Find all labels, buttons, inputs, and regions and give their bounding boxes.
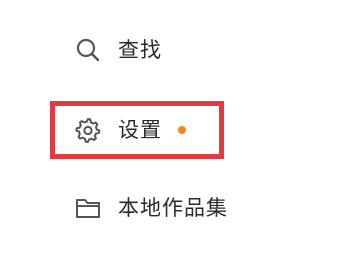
side-menu: 查找 设置 本地作品集: [0, 0, 354, 258]
menu-item-search[interactable]: 查找: [74, 33, 162, 67]
menu-item-local-works[interactable]: 本地作品集: [74, 191, 228, 225]
menu-item-label: 本地作品集: [118, 195, 228, 220]
menu-item-label: 查找: [118, 37, 162, 62]
folder-icon: [74, 194, 102, 222]
gear-icon: [74, 116, 102, 144]
search-icon: [74, 36, 102, 64]
notification-dot: [178, 126, 186, 134]
menu-item-label: 设置: [118, 117, 162, 142]
menu-item-settings[interactable]: 设置: [74, 113, 186, 147]
